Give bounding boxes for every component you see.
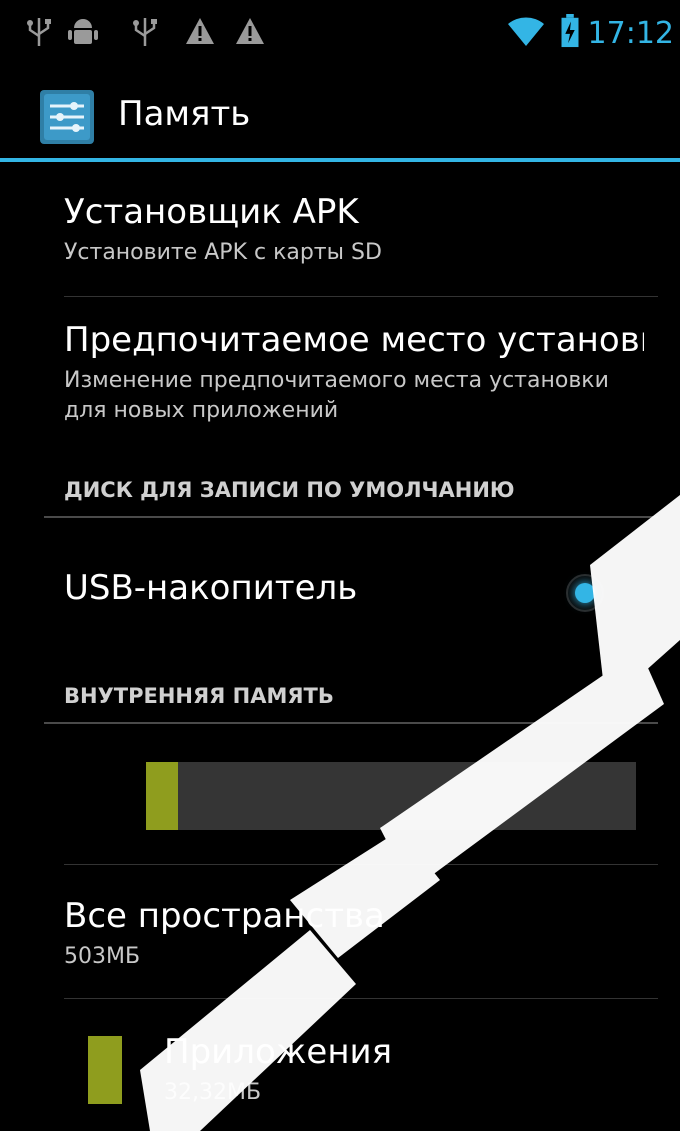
usb-storage-label: USB-накопитель [64, 568, 358, 608]
storage-apps-value: 32,32МБ [164, 1080, 262, 1105]
pref-install-location-summary: Изменение предпочитаемого места установк… [64, 368, 609, 423]
pref-install-location[interactable]: Предпочитаемое место установки Изменение… [64, 320, 644, 426]
page-title: Память [118, 94, 251, 134]
usb-icon [27, 18, 51, 46]
category-default-disk: ДИСК ДЛЯ ЗАПИСИ ПО УМОЛЧАНИЮ [64, 478, 515, 502]
warning-icon [186, 18, 214, 44]
android-debug-icon [68, 19, 98, 44]
status-clock: 17:12 [587, 16, 674, 51]
battery-charging-icon [561, 14, 579, 48]
storage-usage-bar [146, 762, 636, 830]
divider [64, 998, 658, 999]
usb-storage-radio[interactable] [566, 574, 604, 612]
pref-apk-installer-summary: Установите APK с карты SD [64, 240, 382, 265]
storage-apps-title: Приложения [164, 1032, 393, 1072]
usb-storage-option[interactable]: USB-накопитель [64, 568, 580, 608]
action-bar: Память [0, 74, 680, 162]
apps-color-swatch [88, 1036, 122, 1104]
divider [64, 296, 658, 297]
storage-total-value: 503МБ [64, 944, 141, 969]
storage-apps[interactable]: Приложения 32,32МБ [164, 1032, 656, 1108]
radio-selected-dot [575, 583, 595, 603]
category-divider [44, 516, 658, 518]
storage-usage-apps-fill [146, 762, 178, 830]
divider [64, 864, 658, 865]
warning-icon [236, 18, 264, 44]
storage-total-title: Все пространства [64, 896, 385, 936]
category-internal-storage: ВНУТРЕННЯЯ ПАМЯТЬ [64, 684, 334, 708]
category-divider [44, 722, 658, 724]
usb-icon [133, 18, 157, 46]
pref-install-location-title: Предпочитаемое место установки [64, 320, 644, 360]
storage-total[interactable]: Все пространства 503МБ [64, 896, 656, 972]
wifi-icon [508, 17, 544, 46]
pref-apk-installer-title: Установщик APK [64, 192, 359, 232]
settings-sliders-icon[interactable] [40, 90, 94, 144]
status-bar: 17:12 [0, 0, 680, 74]
pref-apk-installer[interactable]: Установщик APK Установите APK с карты SD [64, 192, 656, 268]
